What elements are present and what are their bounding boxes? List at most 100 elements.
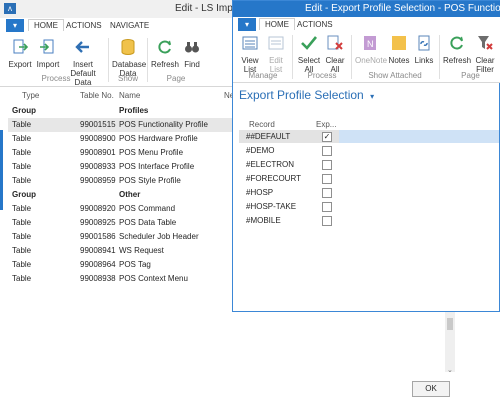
export-checkbox[interactable] (322, 188, 332, 198)
table-row[interactable]: Table 99008920 POS Command (8, 202, 236, 216)
export-checkbox[interactable] (322, 146, 332, 156)
clear-all-icon (327, 35, 343, 50)
page-title-caret-icon[interactable]: ▾ (370, 92, 374, 101)
export-checkbox[interactable]: ✓ (322, 132, 332, 142)
cell-type: Group (12, 190, 36, 199)
tab-navigate[interactable]: NAVIGATE (110, 21, 149, 30)
ribbon-separator (147, 38, 148, 82)
cell-type: Table (12, 148, 32, 157)
cell-type: Table (12, 204, 32, 213)
back-arrow-icon (75, 41, 89, 53)
export-label: Export (8, 60, 32, 69)
cell-table-no: 99008900 (80, 134, 116, 143)
ribbon-separator (351, 35, 352, 79)
table-row[interactable]: Table 99008938 POS Context Menu (8, 272, 236, 286)
record-name: #FORECOURT (246, 174, 301, 183)
cell-name: POS Command (119, 204, 176, 213)
ok-button[interactable]: OK (412, 381, 450, 397)
record-row[interactable]: #HOSP (239, 186, 499, 199)
record-row[interactable]: #ELECTRON (239, 158, 499, 171)
record-row[interactable]: #HOSP-TAKE (239, 200, 499, 213)
page-group-label: Page (166, 74, 186, 83)
dialog-file-menu-button[interactable]: ▾ (238, 18, 256, 31)
notes-button[interactable]: Notes (387, 34, 411, 65)
clear-all-button[interactable]: Clear All (323, 34, 347, 74)
onenote-button[interactable]: N OneNote (355, 34, 387, 65)
export-button[interactable]: Export (8, 38, 32, 69)
dialog-tab-home[interactable]: HOME (259, 18, 295, 30)
left-edge-accent (0, 130, 3, 210)
links-button[interactable]: Links (413, 34, 435, 65)
cell-type: Table (12, 246, 32, 255)
dialog-refresh-button[interactable]: Refresh (443, 34, 471, 65)
cell-table-no: 99008901 (80, 148, 116, 157)
notes-label: Notes (388, 56, 410, 65)
links-label: Links (414, 56, 434, 65)
col-type[interactable]: Type (22, 91, 39, 100)
table-row[interactable]: Table 99008933 POS Interface Profile (8, 160, 236, 174)
import-button[interactable]: Import (36, 38, 60, 69)
tab-actions[interactable]: ACTIONS (66, 21, 102, 30)
view-list-icon (242, 36, 258, 50)
col-table-no[interactable]: Table No. (80, 91, 114, 100)
tab-home[interactable]: HOME (28, 19, 64, 31)
scroll-thumb[interactable] (447, 318, 453, 330)
scroll-down-icon[interactable]: ⌄ (447, 366, 453, 374)
export-icon (13, 39, 29, 54)
page-title: Export Profile Selection ▾ (239, 88, 374, 102)
record-name: #DEMO (246, 146, 275, 155)
cell-type: Table (12, 162, 32, 171)
col-record[interactable]: Record (249, 120, 275, 129)
show-attached-group-label: Show Attached (368, 71, 422, 80)
file-menu-button[interactable]: ▾ (6, 19, 24, 32)
export-checkbox[interactable] (322, 216, 332, 226)
export-checkbox[interactable] (322, 160, 332, 170)
refresh-icon (450, 36, 463, 50)
col-name[interactable]: Name (119, 91, 140, 100)
view-list-button[interactable]: View List (237, 34, 263, 74)
export-checkbox[interactable] (322, 202, 332, 212)
table-row[interactable]: Table 99008964 POS Tag (8, 258, 236, 272)
find-button[interactable]: Find (182, 38, 202, 69)
app-logo-icon: ᴧ (4, 3, 16, 14)
dialog-ribbon-tabs: ▾ HOME ACTIONS (233, 17, 500, 32)
group-row[interactable]: Group Other (8, 188, 236, 202)
refresh-button[interactable]: Refresh (150, 38, 180, 69)
dialog-tab-actions[interactable]: ACTIONS (297, 20, 333, 29)
manage-group-label: Manage (248, 71, 278, 80)
database-data-button[interactable]: Database Data (112, 38, 146, 78)
cell-type: Table (12, 274, 32, 283)
process-group-label: Process (41, 74, 71, 83)
table-row[interactable]: Table 99008900 POS Hardware Profile (8, 132, 236, 146)
clear-filter-button[interactable]: Clear Filter (472, 34, 498, 74)
cell-table-no: 99008941 (80, 246, 116, 255)
record-name: ##DEFAULT (246, 132, 291, 141)
onenote-icon: N (364, 36, 376, 50)
table-row[interactable]: Table 99001586 Scheduler Job Header (8, 230, 236, 244)
table-row[interactable]: Table 99008925 POS Data Table (8, 216, 236, 230)
record-row[interactable]: ##DEFAULT ✓ (239, 130, 499, 143)
edit-list-button[interactable]: Edit List (264, 34, 288, 74)
table-row[interactable]: Table 99001515 POS Functionality Profile (8, 118, 236, 132)
cell-type: Table (12, 232, 32, 241)
cell-type: Group (12, 106, 36, 115)
clear-filter-icon (478, 36, 493, 50)
refresh-label: Refresh (150, 60, 179, 69)
group-row[interactable]: Group Profiles (8, 104, 236, 118)
back-ribbon: Export Import Insert Default Data Proces… (0, 34, 232, 87)
select-all-button[interactable]: Select All (296, 34, 322, 74)
cell-table-no: 99001515 (80, 120, 116, 129)
record-row[interactable]: #DEMO (239, 144, 499, 157)
database-icon (121, 39, 135, 55)
export-checkbox[interactable] (322, 174, 332, 184)
ribbon-separator (439, 35, 440, 79)
table-row[interactable]: Table 99008901 POS Menu Profile (8, 146, 236, 160)
record-row[interactable]: #FORECOURT (239, 172, 499, 185)
cell-table-no: 99008925 (80, 218, 116, 227)
col-export[interactable]: Exp... (316, 120, 336, 129)
table-row[interactable]: Table 99008959 POS Style Profile (8, 174, 236, 188)
cell-name: Scheduler Job Header (119, 232, 199, 241)
cell-name: POS Functionality Profile (119, 120, 208, 129)
record-row[interactable]: #MOBILE (239, 214, 499, 227)
table-row[interactable]: Table 99008941 WS Request (8, 244, 236, 258)
